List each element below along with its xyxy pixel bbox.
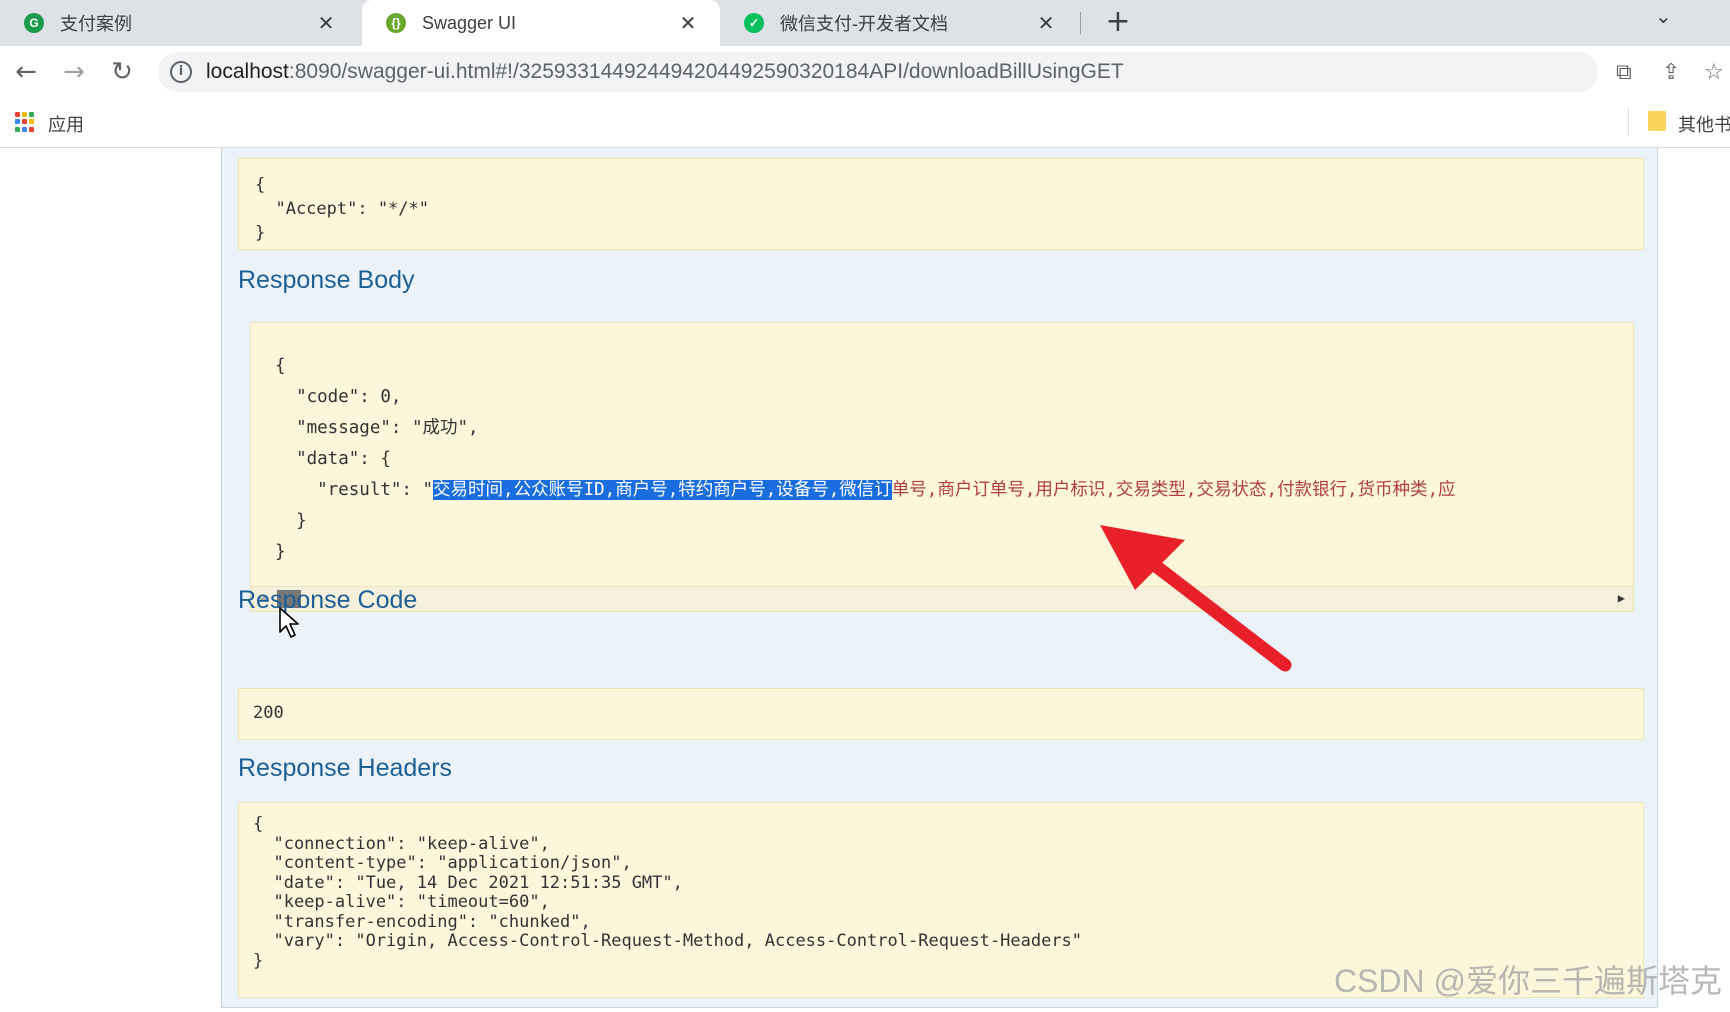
swagger-response-panel: { "Accept": "*/*" } Response Body { "cod… [221,148,1658,1008]
close-icon[interactable]: ✕ [676,11,700,36]
address-bar[interactable]: i localhost:8090/swagger-ui.html#!/32593… [158,52,1598,92]
bookmark-star-icon[interactable]: ☆ [1704,60,1724,85]
new-tab-button[interactable]: + [1100,4,1136,40]
bookmarks-bar: 应用 其他书 [0,98,1730,148]
json-line: "code": 0, [275,387,402,407]
apps-grid-icon[interactable] [15,112,35,132]
selected-text[interactable]: 交易时间,公众账号ID,商户号,特约商户号,设备号,微信订 [433,480,892,500]
horizontal-scrollbar[interactable]: ◀ ▶ [251,586,1633,611]
back-button[interactable]: ← [10,56,42,88]
json-line: { [275,356,286,376]
response-code-value: 200 [253,703,284,723]
share-icon[interactable]: ⇪ [1662,60,1680,85]
result-text: 单号,商户订单号,用户标识,交易类型,交易状态,付款银行,货币种类,应 [891,480,1456,500]
mouse-cursor-icon [279,607,299,638]
translate-icon[interactable]: ⧉ [1616,60,1632,85]
tab-separator [1080,12,1081,34]
red-annotation-arrow-icon [1100,525,1292,672]
tab-title: 微信支付-开发者文档 [780,14,948,34]
swagger-favicon-icon: {} [386,13,406,33]
json-result-line: "result": "交易时间,公众账号ID,商户号,特约商户号,设备号,微信订… [275,480,1456,500]
tab-search-chevron-icon[interactable]: ⌄ [1655,4,1672,28]
folder-icon[interactable] [1648,111,1666,131]
scroll-right-arrow-icon[interactable]: ▶ [1618,591,1625,605]
request-headers-json: { "Accept": "*/*" } [255,175,429,243]
tab-strip: G 支付案例 ✕ {} Swagger UI ✕ ✓ 微信支付-开发者文档 ✕ … [0,0,1730,46]
response-body-title: Response Body [238,266,415,294]
response-body-block[interactable]: { "code": 0, "message": "成功", "data": { … [250,322,1634,612]
json-line: "message": "成功", [275,418,479,438]
response-code-block: 200 [238,688,1644,740]
tab-title: Swagger UI [422,12,517,33]
tab-swagger-ui[interactable]: {} Swagger UI ✕ [362,0,720,46]
tab-wechat-pay-docs[interactable]: ✓ 微信支付-开发者文档 ✕ [720,0,1078,46]
forward-button[interactable]: → [58,56,90,88]
tab-title: 支付案例 [60,14,132,34]
bookmarks-divider [1628,108,1629,136]
watermark: CSDN @爱你三千遍斯塔克 [1333,963,1722,999]
page-right-margin [1658,148,1730,1012]
response-headers-title: Response Headers [238,754,453,782]
url-path: :8090/swagger-ui.html#!/3259331449244942… [288,60,1124,83]
apps-bookmark[interactable]: 应用 [48,111,84,137]
reload-button[interactable]: ↻ [106,56,138,88]
close-icon[interactable]: ✕ [314,11,338,36]
address-url[interactable]: localhost:8090/swagger-ui.html#!/3259331… [206,60,1124,84]
request-headers-block: { "Accept": "*/*" } [238,158,1644,250]
other-bookmarks[interactable]: 其他书 [1678,111,1730,137]
response-headers-json: { "connection": "keep-alive", "content-t… [253,814,1083,971]
close-icon[interactable]: ✕ [1034,11,1058,36]
tab-payment-case[interactable]: G 支付案例 ✕ [0,0,358,46]
payment-case-favicon-icon: G [24,13,44,33]
response-code-title: Response Code [238,586,418,614]
url-host: localhost [206,60,289,83]
wechat-favicon-icon: ✓ [744,13,764,33]
json-line: "data": { [275,449,391,469]
site-info-icon[interactable]: i [170,61,192,83]
browser-toolbar: ← → ↻ i localhost:8090/swagger-ui.html#!… [0,46,1730,98]
